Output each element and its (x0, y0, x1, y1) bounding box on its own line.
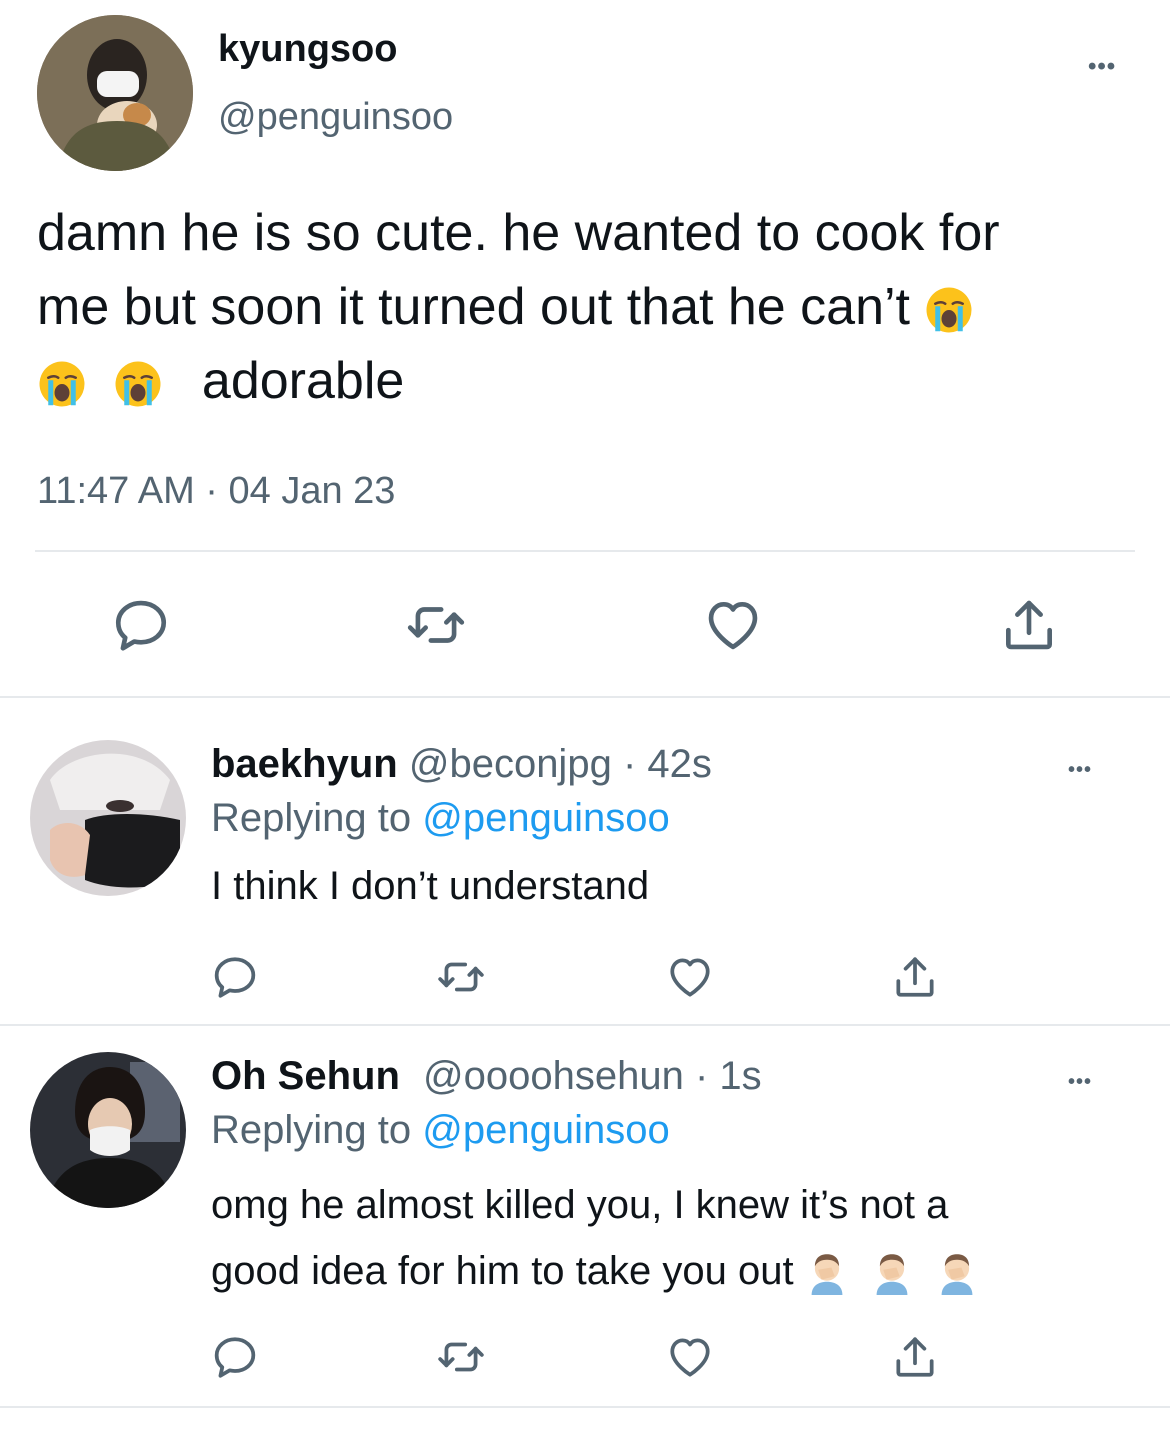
reply-icon[interactable] (210, 1332, 260, 1382)
share-icon[interactable] (998, 594, 1060, 656)
replying-to: Replying to @penguinsoo (211, 1108, 670, 1153)
reply-age[interactable]: · 42s (623, 742, 712, 786)
more-options-button[interactable]: ••• (1088, 55, 1116, 79)
reply-header-oh-sehun: Oh Sehun @oooohsehun · 1s (211, 1054, 762, 1099)
tweet-text: damn he is so cute. he wanted to cook fo… (37, 196, 1147, 418)
retweet-icon[interactable] (436, 952, 486, 1002)
handle[interactable]: @oooohsehun (423, 1054, 684, 1098)
timestamp-divider (35, 550, 1135, 552)
avatar-photo (30, 740, 186, 896)
reply-text-line-1: omg he almost killed you, I knew it’s no… (211, 1183, 949, 1227)
reply-text: I think I don’t understand (211, 864, 650, 908)
reply-actions (0, 952, 1170, 1004)
like-icon[interactable] (665, 1332, 715, 1382)
tweet-text-line-3: adorable (37, 344, 1147, 418)
reply-divider (0, 1406, 1170, 1408)
handle[interactable]: @penguinsoo (218, 96, 453, 139)
crying-face-emoji (37, 359, 87, 409)
share-icon[interactable] (890, 1332, 940, 1382)
reply-text: omg he almost killed you, I knew it’s no… (211, 1172, 979, 1304)
more-options-button[interactable]: ••• (1068, 760, 1092, 780)
avatar-kyungsoo[interactable] (37, 15, 193, 171)
tweet-timestamp[interactable]: 11:47 AM · 04 Jan 23 (37, 470, 395, 513)
display-name[interactable]: kyungsoo (218, 28, 397, 71)
reply-header-baekhyun: baekhyun @beconjpg · 42s (211, 742, 712, 787)
tweet-divider (0, 696, 1170, 698)
avatar-baekhyun[interactable] (30, 740, 186, 896)
retweet-icon[interactable] (405, 594, 467, 656)
tweet-text-line-2: me but soon it turned out that he can’t (37, 270, 1147, 344)
crying-face-emoji (924, 285, 974, 335)
replying-to-link[interactable]: @penguinsoo (422, 796, 669, 840)
avatar-photo (37, 15, 193, 171)
like-icon[interactable] (665, 952, 715, 1002)
reply-divider (0, 1024, 1170, 1026)
reply-icon[interactable] (110, 594, 172, 656)
replying-to-label: Replying to (211, 796, 412, 840)
more-options-button[interactable]: ••• (1068, 1072, 1092, 1092)
display-name[interactable]: baekhyun (211, 742, 398, 786)
main-tweet-actions (0, 594, 1170, 658)
handle[interactable]: @beconjpg (409, 742, 612, 786)
replying-to: Replying to @penguinsoo (211, 796, 670, 841)
crying-face-emoji (113, 359, 163, 409)
facepalm-emoji (870, 1251, 914, 1295)
reply-actions (0, 1332, 1170, 1384)
avatar-oh-sehun[interactable] (30, 1052, 186, 1208)
reply-age[interactable]: · 1s (695, 1054, 762, 1098)
tweet-text-line-3-text: adorable (201, 352, 405, 410)
tweet-text-line-2-text: me but soon it turned out that he can’t (37, 278, 911, 336)
replying-to-label: Replying to (211, 1108, 412, 1152)
facepalm-emoji (935, 1251, 979, 1295)
display-name[interactable]: Oh Sehun (211, 1054, 400, 1098)
reply-icon[interactable] (210, 952, 260, 1002)
reply-text-line-2: good idea for him to take you out (211, 1238, 979, 1304)
tweet-text-line-1: damn he is so cute. he wanted to cook fo… (37, 204, 1000, 262)
replying-to-link[interactable]: @penguinsoo (422, 1108, 669, 1152)
retweet-icon[interactable] (436, 1332, 486, 1382)
share-icon[interactable] (890, 952, 940, 1002)
facepalm-emoji (805, 1251, 849, 1295)
like-icon[interactable] (702, 594, 764, 656)
avatar-photo (30, 1052, 186, 1208)
reply-text-line-2-text: good idea for him to take you out (211, 1249, 794, 1293)
